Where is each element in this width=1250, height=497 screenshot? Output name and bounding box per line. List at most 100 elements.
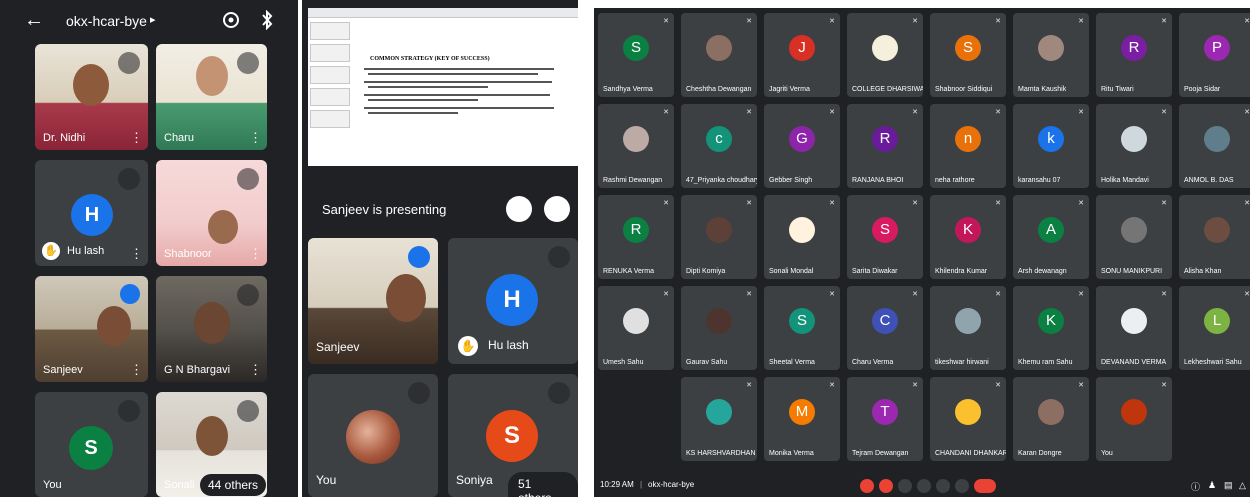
mute-presentation-button[interactable] <box>506 196 532 222</box>
bluetooth-icon[interactable] <box>260 10 274 30</box>
participant-photo <box>346 410 400 464</box>
caret-right-icon[interactable]: ▸ <box>150 13 156 26</box>
participant-tile[interactable]: ✕ ANMOL B. DAS <box>1179 104 1250 188</box>
mic-off-icon: ✕ <box>829 109 835 116</box>
people-icon[interactable]: ♟ <box>1208 480 1216 491</box>
participant-tile[interactable]: ✕ KS HARSHVARDHAN SIN... <box>681 377 757 461</box>
back-arrow-icon[interactable]: ← <box>24 9 44 32</box>
participant-tile[interactable]: P ✕ Pooja Sidar <box>1179 13 1250 97</box>
participant-tile[interactable]: G ✕ Gebber Singh <box>764 104 840 188</box>
participant-tile[interactable]: ✕ Rashmi Dewangan <box>598 104 674 188</box>
participant-tile[interactable]: K ✕ Khemu ram Sahu <box>1013 286 1089 370</box>
camera-off-button[interactable] <box>879 479 893 493</box>
participant-photo <box>1121 126 1147 152</box>
participant-tile[interactable]: H ✋ Hu lash ⋮ <box>35 160 148 266</box>
participant-name: Lekheshwari Sahu <box>1184 359 1242 366</box>
participant-tile[interactable]: Sanjeev <box>308 238 438 364</box>
participant-tile[interactable]: Sanjeev ⋮ <box>35 276 148 382</box>
participant-name: Hu lash <box>488 338 529 352</box>
participant-tile[interactable]: ✕ DEVANAND VERMA <box>1096 286 1172 370</box>
mic-off-icon <box>118 168 140 190</box>
participant-tile[interactable]: ✕ tikeshwar hirwani <box>930 286 1006 370</box>
participant-tile[interactable]: ✕ Mamta Kaushik <box>1013 13 1089 97</box>
mic-off-button[interactable] <box>860 479 874 493</box>
participant-name: DEVANAND VERMA <box>1101 359 1167 366</box>
more-options-icon[interactable]: ⋮ <box>249 247 262 260</box>
participant-tile[interactable]: R ✕ Ritu Tiwari <box>1096 13 1172 97</box>
participant-tile[interactable]: ✕ CHANDANI DHANKAR <box>930 377 1006 461</box>
participant-avatar: n <box>955 126 981 152</box>
participant-tile[interactable]: Dr. Nidhi ⋮ <box>35 44 148 150</box>
participant-name: Umesh Sahu <box>603 359 644 366</box>
participant-tile[interactable]: You <box>308 374 438 497</box>
participant-tile[interactable]: S ✕ Shabnoor Siddiqui <box>930 13 1006 97</box>
fullscreen-button[interactable] <box>544 196 570 222</box>
participant-photo <box>955 399 981 425</box>
captions-button[interactable] <box>898 479 912 493</box>
participant-name: Sheetal Verma <box>769 359 815 366</box>
participant-tile[interactable]: c ✕ 47_Priyanka choudhary <box>681 104 757 188</box>
leave-call-button[interactable] <box>974 479 996 493</box>
more-options-icon[interactable]: ⋮ <box>249 363 262 376</box>
mic-off-icon: ✕ <box>1078 291 1084 298</box>
mic-off-icon: ✕ <box>995 382 1001 389</box>
participant-tile[interactable]: T ✕ Tejram Dewangan <box>847 377 923 461</box>
more-options-icon[interactable]: ⋮ <box>130 131 143 144</box>
present-button[interactable] <box>936 479 950 493</box>
activities-icon[interactable]: △ <box>1239 480 1246 491</box>
participant-tile[interactable]: n ✕ neha rathore <box>930 104 1006 188</box>
participant-name: Charu Verma <box>852 359 894 366</box>
more-options-icon[interactable]: ⋮ <box>130 363 143 376</box>
mic-off-icon: ✕ <box>1078 109 1084 116</box>
participant-tile[interactable]: ✕ Gaurav Sahu <box>681 286 757 370</box>
participant-name: RANJANA BHOI <box>852 177 904 184</box>
participant-tile[interactable]: ✕ Cheshtha Dewangan <box>681 13 757 97</box>
participant-tile[interactable]: K ✕ Khilendra Kumar <box>930 195 1006 279</box>
participant-tile[interactable]: ✕ Sonali Mondal <box>764 195 840 279</box>
participant-tile[interactable]: J ✕ Jagriti Verma <box>764 13 840 97</box>
participant-avatar: H <box>71 194 113 236</box>
switch-camera-icon[interactable] <box>222 11 240 29</box>
more-options-button[interactable] <box>955 479 969 493</box>
info-icon[interactable]: ⓘ <box>1191 480 1200 493</box>
participant-avatar: K <box>1038 308 1064 334</box>
mic-off-icon: ✕ <box>912 382 918 389</box>
participant-tile[interactable]: S ✕ Sandhya Verma <box>598 13 674 97</box>
slide-body-lines <box>358 68 572 114</box>
others-count-badge[interactable]: 44 others <box>200 474 267 496</box>
raise-hand-button[interactable] <box>917 479 931 493</box>
participant-name: Charu <box>164 132 194 144</box>
meeting-code[interactable]: okx-hcar-bye <box>66 13 147 29</box>
participant-tile[interactable]: S ✕ Sarita Diwakar <box>847 195 923 279</box>
mic-off-icon: ✕ <box>663 109 669 116</box>
participant-avatar: P <box>1204 35 1230 61</box>
participant-tile[interactable]: S You <box>35 392 148 497</box>
participant-tile[interactable]: ✕ COLLEGE DHARSIWA <box>847 13 923 97</box>
participant-tile[interactable]: H ✋ Hu lash <box>448 238 578 364</box>
chat-icon[interactable]: ▤ <box>1224 480 1233 491</box>
participant-tile[interactable]: R ✕ RENUKA Verma <box>598 195 674 279</box>
participant-tile[interactable]: C ✕ Charu Verma <box>847 286 923 370</box>
mic-off-icon: ✕ <box>829 291 835 298</box>
participant-tile[interactable]: Charu ⋮ <box>156 44 267 150</box>
participant-tile[interactable]: S ✕ Sheetal Verma <box>764 286 840 370</box>
participant-tile[interactable]: ✕ Alisha Khan <box>1179 195 1250 279</box>
others-count-badge[interactable]: 51 others <box>508 472 578 497</box>
participant-tile[interactable]: G N Bhargavi ⋮ <box>156 276 267 382</box>
participant-tile[interactable]: ✕ Holika Mandavi <box>1096 104 1172 188</box>
participant-tile[interactable]: R ✕ RANJANA BHOI <box>847 104 923 188</box>
participant-tile[interactable]: ✕ Dipti Komiya <box>681 195 757 279</box>
participant-tile[interactable]: k ✕ karansahu 07 <box>1013 104 1089 188</box>
participant-tile[interactable]: L ✕ Lekheshwari Sahu <box>1179 286 1250 370</box>
participant-tile[interactable]: ✕ Umesh Sahu <box>598 286 674 370</box>
more-options-icon[interactable]: ⋮ <box>130 247 143 260</box>
participant-tile[interactable]: M ✕ Monika Verma <box>764 377 840 461</box>
participant-tile[interactable]: ✕ SONU MANIKPURI <box>1096 195 1172 279</box>
participant-tile[interactable]: ✕ Karan Dongre <box>1013 377 1089 461</box>
more-options-icon[interactable]: ⋮ <box>249 131 262 144</box>
participant-name: RENUKA Verma <box>603 268 654 275</box>
participant-tile[interactable]: ✕ You <box>1096 377 1172 461</box>
participant-name: You <box>1101 450 1113 457</box>
participant-tile[interactable]: Shabnoor ⋮ <box>156 160 267 266</box>
participant-tile[interactable]: A ✕ Arsh dewanagn <box>1013 195 1089 279</box>
